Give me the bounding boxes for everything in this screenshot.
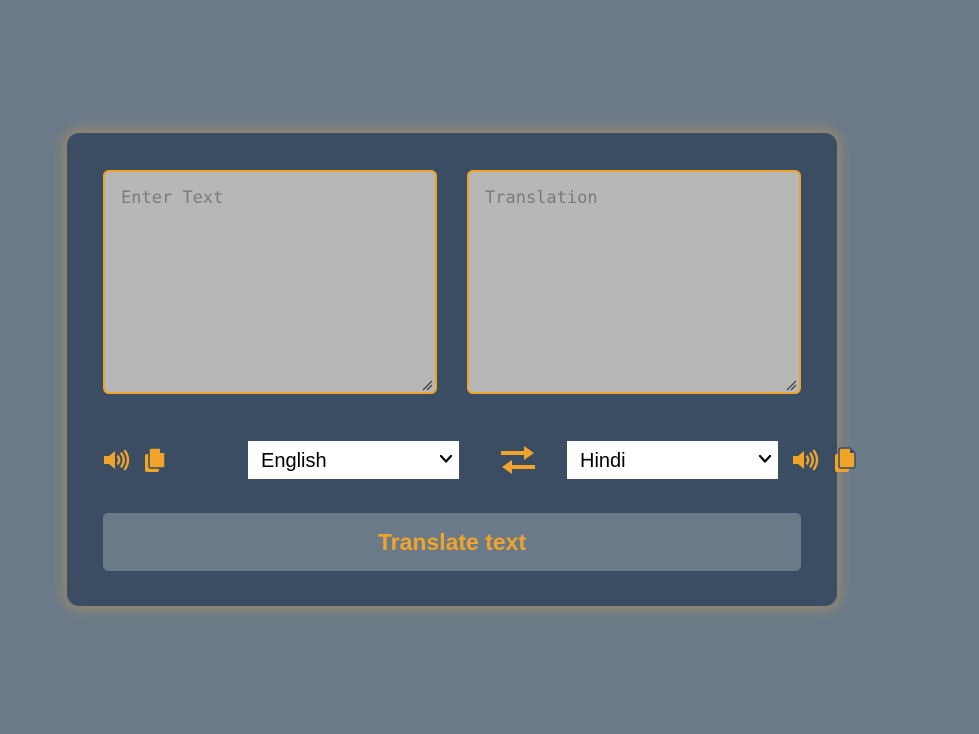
translation-output[interactable]: [467, 170, 801, 394]
chevron-down-icon: [439, 454, 453, 463]
target-speaker-icon[interactable]: [791, 447, 819, 473]
source-language-value: English: [261, 450, 327, 472]
source-copy-icon[interactable]: [141, 447, 169, 473]
source-language-select[interactable]: English: [248, 441, 459, 479]
target-copy-icon[interactable]: [831, 447, 859, 473]
language-controls: English Hindi: [102, 441, 856, 479]
translate-button-label: Translate text: [377, 528, 527, 555]
target-language-select[interactable]: Hindi: [567, 441, 778, 479]
resize-grip-icon[interactable]: [421, 379, 433, 391]
swap-arrows-icon[interactable]: [498, 443, 538, 477]
source-text-input[interactable]: [103, 170, 437, 394]
translate-button[interactable]: Translate text: [103, 513, 801, 571]
target-language-value: Hindi: [580, 450, 626, 472]
translator-card: English Hindi: [67, 133, 856, 606]
resize-grip-icon[interactable]: [785, 379, 797, 391]
chevron-down-icon: [758, 454, 772, 463]
source-speaker-icon[interactable]: [102, 447, 130, 473]
